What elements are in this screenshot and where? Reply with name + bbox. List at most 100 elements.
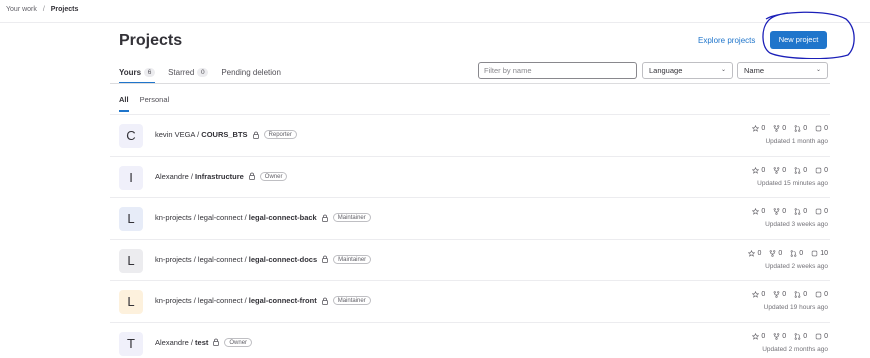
forks-stat[interactable]: 0 [769,250,782,257]
issues-icon [815,333,822,339]
updated-time: Updated 2 weeks ago [765,262,828,270]
updated-time: Updated 3 weeks ago [765,221,828,228]
tab-pending-deletion-label: Pending deletion [221,67,281,77]
merge-request-icon [794,125,801,132]
lock-icon [321,214,328,222]
role-badge: Owner [224,337,253,347]
forks-count: 0 [782,332,787,340]
tab-starred[interactable]: Starred 0 [168,61,209,83]
merge-requests-stat[interactable]: 0 [790,250,803,257]
issues-stat[interactable]: 0 [815,333,828,340]
tab-starred-label: Starred [168,67,195,77]
merge-requests-stat[interactable]: 0 [794,291,807,298]
project-link[interactable]: kn-projects / legal-connect / legal-conn… [155,213,317,222]
fork-icon [773,208,780,215]
tabs-divider [110,83,830,84]
project-avatar[interactable]: C [119,124,143,148]
merge-requests-count: 0 [803,125,808,132]
issues-count: 0 [824,166,828,174]
forks-stat[interactable]: 0 [773,208,786,215]
project-name: legal-connect-docs [248,254,318,264]
chevron-down-icon: ⌄ [720,67,726,73]
issues-stat[interactable]: 0 [815,291,828,298]
merge-requests-count: 0 [803,291,808,298]
project-row: L kn-projects / legal-connect / legal-co… [110,198,830,240]
star-icon [752,291,760,298]
new-project-button[interactable]: New project [770,31,827,49]
issues-stat[interactable]: 10 [811,250,828,257]
tab-yours-label: Yours [119,67,142,77]
merge-requests-count: 0 [803,332,808,340]
project-stats: 0 0 0 0 [752,166,828,174]
issues-stat[interactable]: 0 [815,208,828,215]
tab-starred-count: 0 [197,67,209,77]
project-avatar[interactable]: L [119,290,143,314]
project-stats: 0 0 0 0 [752,125,828,132]
fork-icon [773,291,780,298]
issues-stat[interactable]: 0 [815,167,828,174]
forks-stat[interactable]: 0 [773,167,786,174]
project-title: kn-projects / legal-connect / legal-conn… [155,213,371,222]
filter-by-name-input[interactable] [478,62,637,79]
project-avatar[interactable]: L [119,248,143,273]
lock-icon [322,255,329,263]
project-link[interactable]: kn-projects / legal-connect / legal-conn… [155,255,317,264]
project-row: I Alexandre / Infrastructure Owner 0 0 0… [110,157,830,198]
language-select[interactable]: Language ⌄ [642,62,733,79]
project-avatar[interactable]: L [119,207,143,231]
issues-count: 0 [824,208,828,215]
project-avatar-letter: L [127,294,135,309]
project-namespace: Alexandre / [155,337,196,347]
project-link[interactable]: Alexandre / Infrastructure [155,172,244,181]
project-link[interactable]: Alexandre / test [155,338,208,347]
stars-stat[interactable]: 0 [752,291,765,298]
fork-icon [770,249,776,257]
forks-count: 0 [782,166,787,174]
subtab-all[interactable]: All [119,91,129,112]
updated-time: Updated 1 month ago [765,138,828,145]
stars-stat[interactable]: 0 [752,166,766,174]
stars-stat[interactable]: 0 [752,208,765,215]
merge-requests-stat[interactable]: 0 [794,208,807,215]
chevron-down-icon: ⌄ [815,67,821,73]
sort-select[interactable]: Name ⌄ [737,62,828,79]
merge-requests-stat[interactable]: 0 [794,167,807,174]
merge-requests-stat[interactable]: 0 [794,333,807,340]
stars-count: 0 [761,166,766,174]
project-link[interactable]: kn-projects / legal-connect / legal-conn… [155,296,317,305]
fork-icon [773,125,780,132]
project-list: C kevin VEGA / COURS_BTS Reporter 0 0 0 … [110,115,830,358]
explore-projects-link[interactable]: Explore projects [698,36,755,45]
stars-stat[interactable]: 0 [752,332,765,340]
tab-pending-deletion[interactable]: Pending deletion [221,61,281,83]
project-avatar-letter: C [126,128,136,143]
forks-count: 0 [782,208,787,215]
project-link[interactable]: kevin VEGA / COURS_BTS [155,130,248,139]
lock-icon [252,131,259,139]
issues-stat[interactable]: 0 [815,125,828,132]
forks-count: 0 [782,125,787,132]
stars-count: 0 [761,208,766,215]
breadcrumb-your-work[interactable]: Your work [6,6,37,13]
updated-time: Updated 15 minutes ago [757,179,828,187]
project-avatar[interactable]: I [119,165,143,190]
sort-select-value: Name [744,66,765,75]
project-avatar[interactable]: T [119,331,143,356]
project-stats: 0 0 0 10 [748,249,828,257]
subtab-personal[interactable]: Personal [140,91,170,109]
project-title: Alexandre / test Owner [155,337,253,347]
stars-stat[interactable]: 0 [752,125,765,132]
stars-stat[interactable]: 0 [748,249,761,257]
forks-stat[interactable]: 0 [773,291,786,298]
forks-stat[interactable]: 0 [773,125,786,132]
project-namespace: kevin VEGA / [155,130,202,139]
project-row: C kevin VEGA / COURS_BTS Reporter 0 0 0 … [110,115,830,157]
project-title: kn-projects / legal-connect / legal-conn… [155,296,371,305]
project-stats: 0 0 0 0 [752,208,828,215]
project-avatar-letter: L [127,211,135,226]
breadcrumb-current: Projects [50,6,79,13]
tab-yours[interactable]: Yours 6 [119,61,156,84]
merge-requests-stat[interactable]: 0 [794,125,807,132]
forks-stat[interactable]: 0 [773,333,786,340]
project-tabs: Yours 6 Starred 0 Pending deletion [119,60,281,84]
